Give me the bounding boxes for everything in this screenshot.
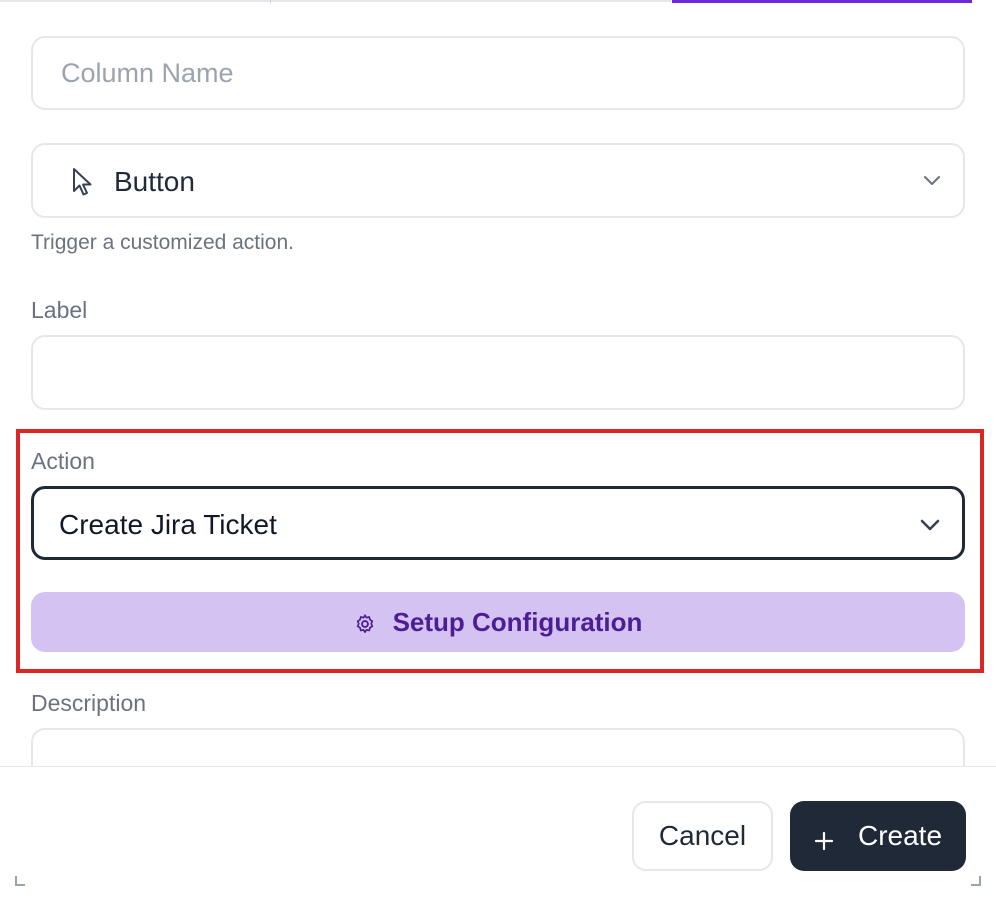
plus-icon xyxy=(814,826,834,851)
create-column-panel: Button Trigger a customized action. Labe… xyxy=(0,0,996,900)
resize-corner-bottom-left[interactable] xyxy=(15,876,25,886)
action-select-row: Create Jira Ticket xyxy=(34,489,962,557)
resize-corner-bottom-right[interactable] xyxy=(971,876,981,886)
tab-strip xyxy=(0,0,996,5)
create-button[interactable]: Create xyxy=(790,801,966,871)
tab-strip-segment xyxy=(0,0,270,2)
label-field[interactable] xyxy=(31,335,965,410)
action-select-value: Create Jira Ticket xyxy=(59,509,277,540)
column-type-helper-text: Trigger a customized action. xyxy=(31,231,295,254)
cancel-button-label: Cancel xyxy=(658,820,747,851)
create-button-label: Create xyxy=(857,820,943,851)
description-field-label: Description xyxy=(31,690,147,716)
label-input[interactable] xyxy=(61,337,943,408)
gear-icon xyxy=(354,611,376,633)
active-tab-indicator xyxy=(672,0,972,3)
chevron-down-icon xyxy=(923,174,941,186)
tab-strip-segment xyxy=(271,0,671,2)
column-name-input[interactable] xyxy=(61,38,943,108)
setup-configuration-label: Setup Configuration xyxy=(392,606,643,637)
footer-divider xyxy=(0,766,996,767)
setup-configuration-button[interactable]: Setup Configuration xyxy=(31,592,965,652)
column-type-select[interactable]: Button xyxy=(31,143,965,218)
column-name-field[interactable] xyxy=(31,36,965,110)
cancel-button[interactable]: Cancel xyxy=(632,801,773,871)
column-type-value: Button xyxy=(114,166,195,197)
label-field-label: Label xyxy=(31,297,88,323)
action-select[interactable]: Create Jira Ticket xyxy=(31,486,965,560)
column-type-select-row: Button xyxy=(33,145,963,216)
action-field-label: Action xyxy=(31,448,95,474)
chevron-down-icon xyxy=(920,518,940,531)
cursor-pointer-icon xyxy=(71,167,95,197)
